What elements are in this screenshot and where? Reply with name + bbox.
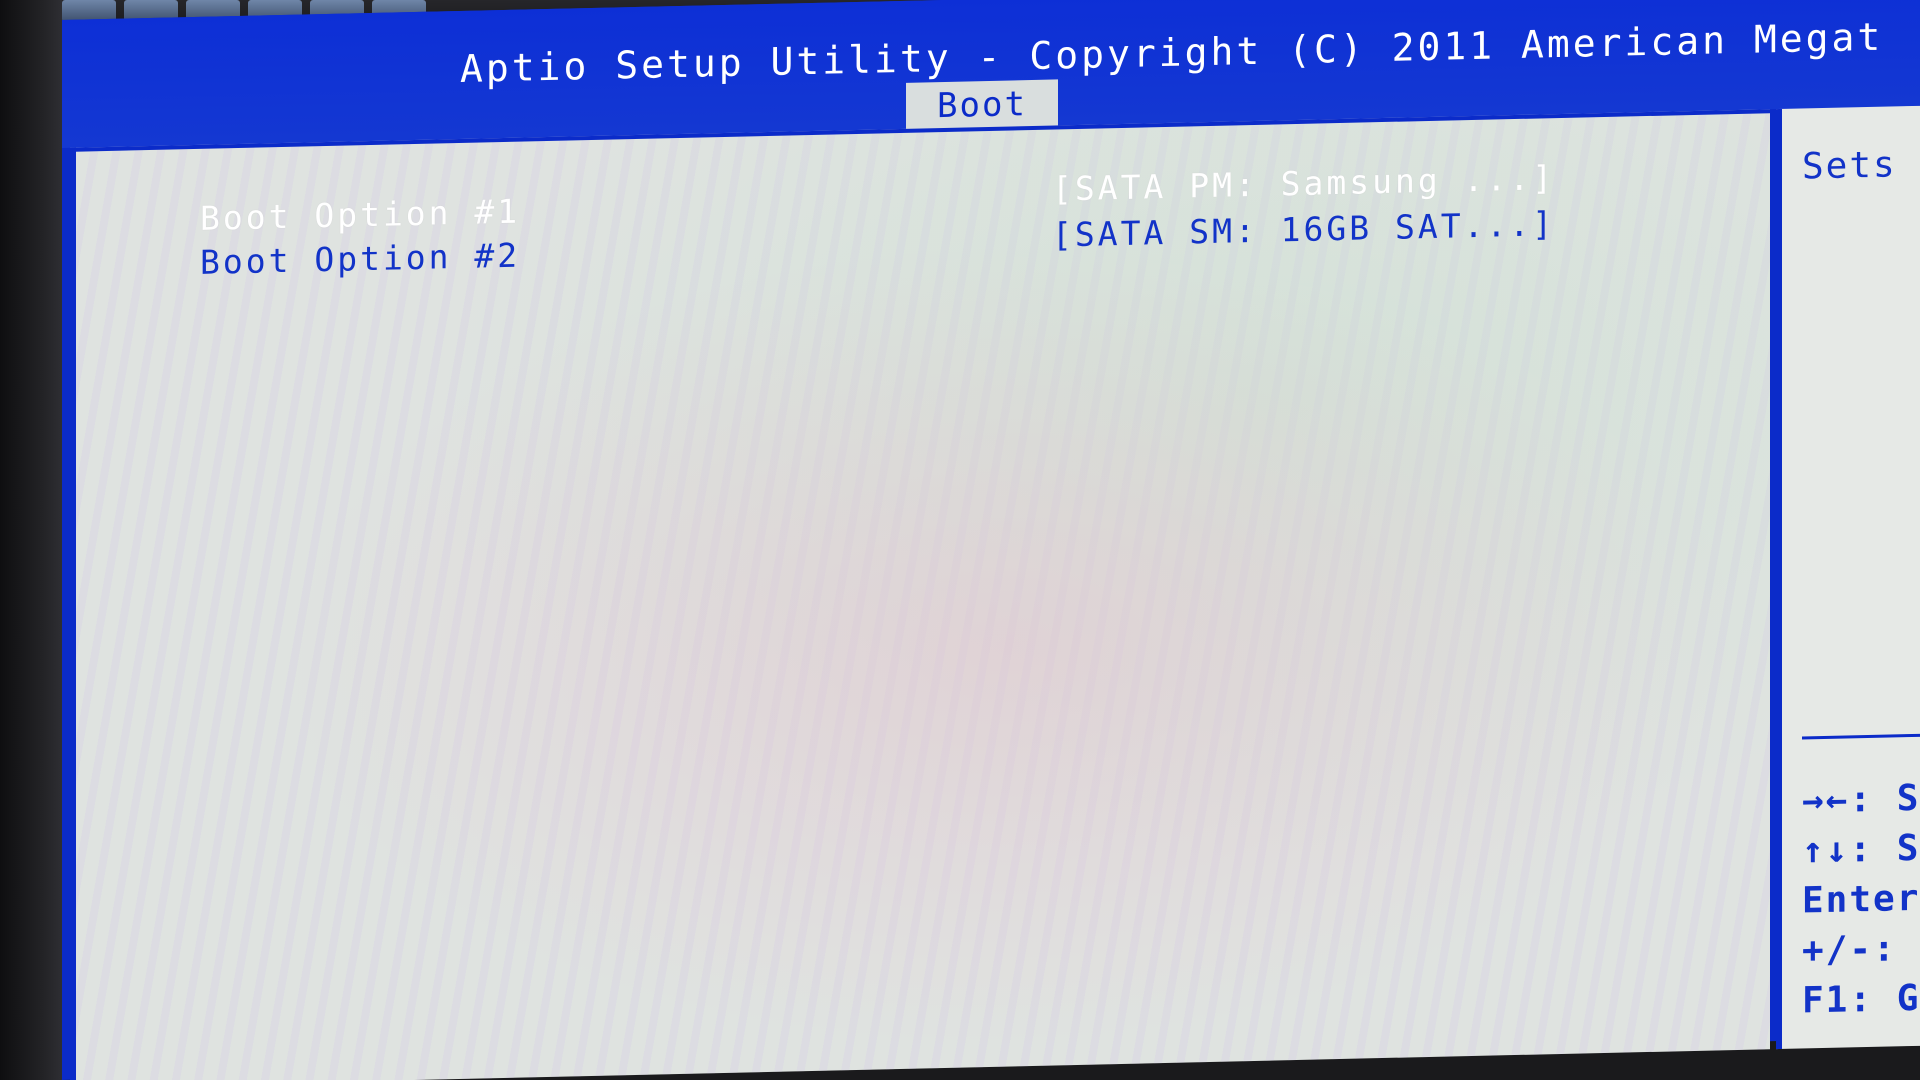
help-description: Sets bbox=[1802, 144, 1897, 188]
key-legend-item-help: F1: G bbox=[1802, 977, 1920, 1022]
key-legend-item-select-screen: →←: S bbox=[1802, 777, 1920, 822]
page-title: Aptio Setup Utility - Copyright (C) 2011… bbox=[460, 14, 1884, 91]
boot-option-1-label[interactable]: Boot Option #1 bbox=[200, 192, 520, 238]
help-divider bbox=[1802, 733, 1920, 740]
key-legend-item-select-item: ↑↓: S bbox=[1802, 827, 1920, 872]
bios-screen: Aptio Setup Utility - Copyright (C) 2011… bbox=[62, 0, 1920, 1080]
boot-option-1-value[interactable]: [SATA PM: Samsung ...] bbox=[1052, 158, 1555, 208]
key-legend-item-change: +/-: bbox=[1802, 928, 1897, 972]
boot-option-2-value[interactable]: [SATA SM: 16GB SAT...] bbox=[1052, 204, 1555, 254]
help-panel: Sets →←: S ↑↓: S Enter +/-: F1: G bbox=[1776, 105, 1920, 1050]
boot-options-panel: Boot Option #1 [SATA PM: Samsung ...] Bo… bbox=[70, 109, 1770, 1080]
monitor-bezel-left bbox=[0, 0, 62, 1080]
boot-option-2-label[interactable]: Boot Option #2 bbox=[200, 236, 520, 282]
key-legend: →←: S ↑↓: S Enter +/-: F1: G bbox=[1802, 774, 1920, 1027]
tab-boot[interactable]: Boot bbox=[906, 79, 1058, 131]
key-legend-item-enter: Enter bbox=[1802, 877, 1920, 922]
